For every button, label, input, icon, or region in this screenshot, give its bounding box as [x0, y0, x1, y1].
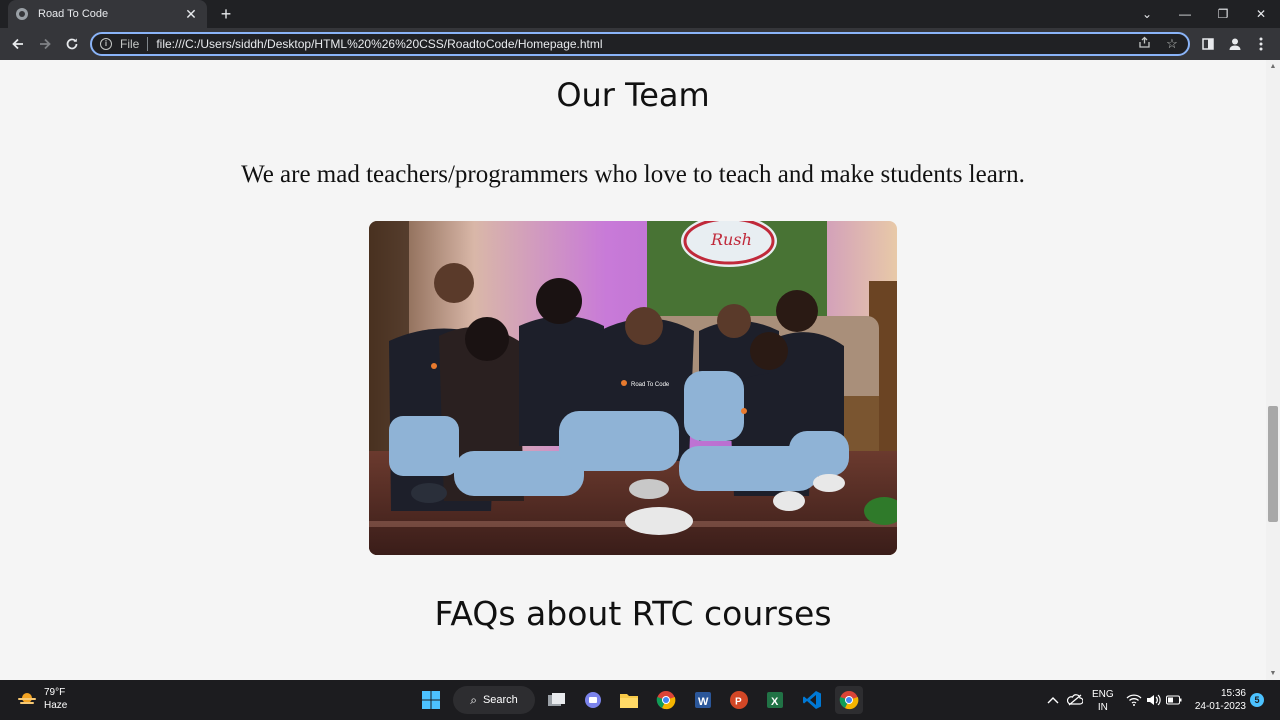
scrollbar-thumb[interactable] — [1268, 406, 1278, 522]
chrome-button[interactable] — [652, 686, 680, 714]
minimize-button[interactable]: — — [1166, 0, 1204, 28]
haze-sun-icon — [18, 693, 36, 704]
back-button[interactable] — [8, 34, 28, 54]
excel-button[interactable]: X — [761, 686, 789, 714]
browser-tab[interactable]: Road To Code ✕ — [8, 0, 207, 28]
system-clock[interactable]: 15:36 24-01-2023 — [1190, 687, 1246, 713]
scroll-up-arrow-icon[interactable]: ▲ — [1269, 63, 1277, 70]
search-label: Search — [482, 694, 518, 706]
forward-button[interactable] — [35, 34, 55, 54]
chrome-icon — [839, 691, 859, 710]
arrow-left-icon — [12, 38, 23, 50]
search-icon: ⌕ — [470, 692, 477, 707]
address-bar[interactable]: i File file:///C:/Users/siddh/Desktop/HT… — [90, 32, 1190, 56]
wifi-icon[interactable] — [1126, 680, 1142, 720]
language-indicator[interactable]: ENG IN — [1092, 688, 1114, 714]
bookmark-star-icon[interactable]: ☆ — [1164, 36, 1180, 52]
team-photo: Rush Road To Code — [369, 221, 897, 555]
profile-icon[interactable] — [1225, 34, 1245, 54]
folder-icon — [620, 694, 638, 708]
scheme-label: File — [120, 37, 140, 51]
weather-temp: 79°F — [44, 687, 66, 698]
sign-text: Rush — [710, 230, 752, 249]
info-icon[interactable]: i — [100, 38, 112, 50]
svg-text:W: W — [698, 696, 709, 708]
close-window-button[interactable]: ✕ — [1242, 0, 1280, 28]
faq-heading: FAQs about RTC courses — [434, 594, 832, 633]
address-divider — [147, 37, 149, 51]
volume-icon[interactable] — [1146, 680, 1162, 720]
hidden-icons-chevron-icon[interactable] — [1047, 680, 1059, 720]
windows-logo-icon — [422, 691, 440, 709]
vscode-icon — [803, 691, 821, 709]
teams-chat-button[interactable] — [579, 686, 607, 714]
start-button[interactable] — [417, 686, 445, 714]
file-explorer-button[interactable] — [615, 686, 643, 714]
weather-desc: Haze — [44, 700, 68, 711]
task-view-icon — [548, 693, 565, 706]
vscode-button[interactable] — [798, 686, 826, 714]
tab-strip: Road To Code ✕ + ⌄ — ❐ ✕ — [0, 0, 1280, 28]
page-viewport: Our Team We are mad teachers/programmers… — [0, 60, 1266, 680]
url-text[interactable]: file:///C:/Users/siddh/Desktop/HTML%20%2… — [156, 37, 1124, 51]
excel-icon: X — [767, 692, 783, 708]
shirt-logo-text: Road To Code — [631, 382, 670, 388]
svg-text:P: P — [735, 697, 742, 708]
chat-icon — [585, 692, 601, 708]
arrow-right-icon — [40, 38, 51, 50]
tab-title: Road To Code — [38, 8, 109, 20]
battery-icon[interactable] — [1166, 680, 1182, 720]
team-intro-text: We are mad teachers/programmers who love… — [241, 161, 1025, 188]
task-view-button[interactable] — [543, 686, 571, 714]
browser-toolbar: i File file:///C:/Users/siddh/Desktop/HT… — [0, 28, 1280, 60]
powerpoint-icon: P — [730, 691, 748, 709]
region-code: IN — [1097, 702, 1108, 713]
taskbar-search-button[interactable]: ⌕ Search — [453, 686, 535, 714]
new-tab-button[interactable]: + — [216, 4, 236, 24]
taskbar: 79°F Haze ⌕ Search W P X ENG IN 15:36 24… — [0, 680, 1280, 720]
svg-text:X: X — [771, 696, 779, 708]
clock-date: 24-01-2023 — [1194, 701, 1246, 712]
lang-code: ENG — [1092, 689, 1114, 700]
word-icon: W — [695, 692, 711, 708]
share-icon[interactable] — [1136, 36, 1152, 52]
page-scrollbar[interactable]: ▲ ▼ — [1266, 60, 1280, 680]
team-heading: Our Team — [556, 76, 710, 114]
chrome-active-button[interactable] — [835, 686, 863, 714]
notification-badge[interactable]: 5 — [1250, 693, 1264, 707]
clock-time: 15:36 — [1220, 688, 1246, 699]
globe-icon — [16, 8, 28, 20]
powerpoint-button[interactable]: P — [725, 686, 753, 714]
close-tab-icon[interactable]: ✕ — [183, 6, 199, 23]
onedrive-icon[interactable] — [1067, 680, 1083, 720]
chrome-icon — [656, 691, 676, 710]
scroll-down-arrow-icon[interactable]: ▼ — [1269, 670, 1277, 677]
reload-button[interactable] — [62, 34, 82, 54]
word-button[interactable]: W — [689, 686, 717, 714]
weather-widget[interactable]: 79°F Haze — [16, 686, 67, 712]
reload-icon — [66, 38, 78, 50]
maximize-button[interactable]: ❐ — [1204, 0, 1242, 28]
tab-search-icon[interactable]: ⌄ — [1128, 0, 1166, 28]
side-panel-icon[interactable] — [1198, 34, 1218, 54]
menu-kebab-icon[interactable] — [1251, 34, 1271, 54]
